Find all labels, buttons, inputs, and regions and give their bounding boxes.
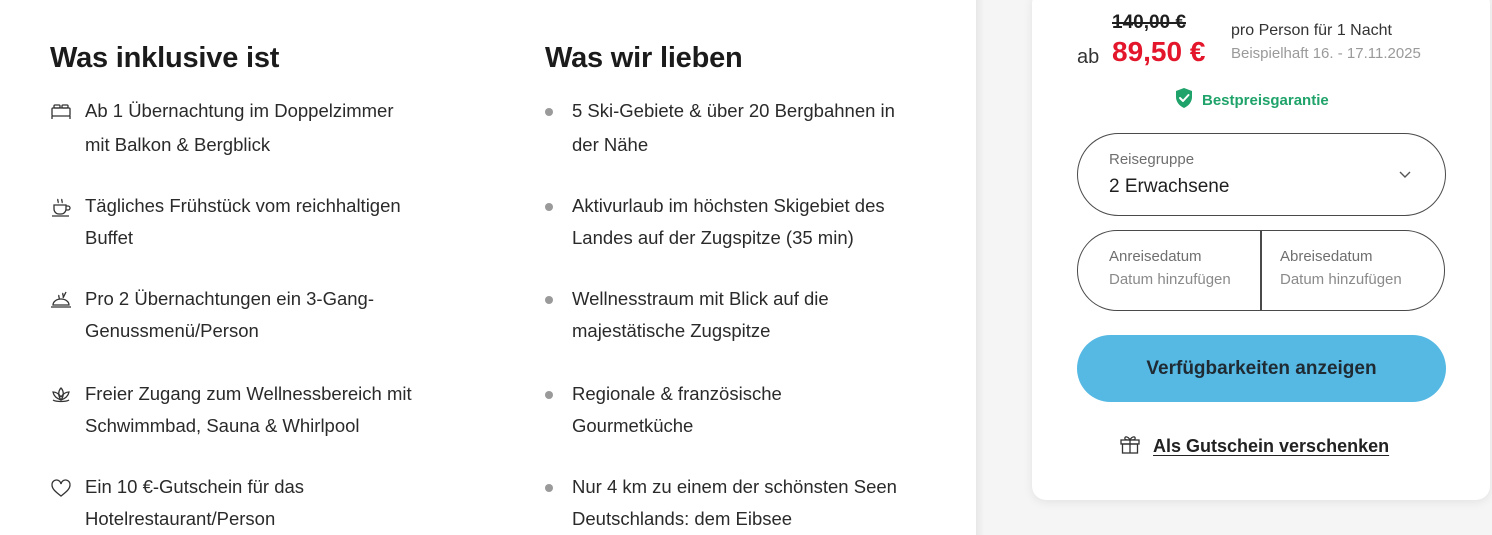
departure-date-placeholder: Datum hinzufügen: [1280, 271, 1402, 288]
departure-date-field[interactable]: Abreisedatum Datum hinzufügen: [1262, 231, 1444, 310]
included-item-line1: Pro 2 Übernachtungen ein 3-Gang-: [85, 288, 374, 309]
travel-group-value: 2 Erwachsene: [1109, 176, 1230, 197]
dish-icon: [50, 289, 72, 311]
gift-icon: [1119, 433, 1141, 460]
panel-shadow: [976, 0, 984, 535]
chevron-down-icon: [1397, 166, 1413, 187]
loves-title: Was wir lieben: [545, 42, 743, 74]
bullet-icon: [545, 203, 553, 211]
included-item-line2: Buffet: [85, 227, 134, 248]
departure-date-label: Abreisedatum: [1280, 248, 1373, 265]
loves-item-line2: majestätische Zugspitze: [572, 320, 771, 341]
shield-check-icon: [1174, 87, 1194, 114]
loves-item-line2: Deutschlands: dem Eibsee: [572, 508, 793, 529]
included-section: Was inklusive ist Ab 1 Übernachtung im D…: [50, 40, 470, 529]
arrival-date-label: Anreisedatum: [1109, 248, 1202, 265]
loves-item-line1: Wellnesstraum mit Blick auf die: [572, 288, 829, 309]
gift-voucher-label: Als Gutschein verschenken: [1153, 436, 1390, 456]
loves-item-line2: der Nähe: [572, 134, 649, 155]
loves-item-line1: Regionale & französische: [572, 383, 782, 404]
included-item-line1: Tägliches Frühstück vom reichhaltigen: [85, 195, 401, 216]
bullet-icon: [545, 391, 553, 399]
guarantee-label: Bestpreisgarantie: [1202, 92, 1329, 109]
travel-group-select[interactable]: Reisegruppe 2 Erwachsene: [1077, 133, 1446, 216]
included-item-line1: Ein 10 €-Gutschein für das: [85, 476, 305, 497]
price-prefix: ab: [1077, 46, 1100, 68]
included-item-line1: Freier Zugang zum Wellnessbereich mit: [85, 383, 412, 404]
arrival-date-field[interactable]: Anreisedatum Datum hinzufügen: [1078, 231, 1260, 310]
current-price: 89,50 €: [1112, 36, 1206, 67]
travel-group-label: Reisegruppe: [1109, 151, 1195, 168]
show-availability-button[interactable]: Verfügbarkeiten anzeigen: [1077, 335, 1446, 402]
content-panel: Was inklusive ist Ab 1 Übernachtung im D…: [0, 0, 976, 535]
included-title: Was inklusive ist: [50, 42, 280, 74]
bullet-icon: [545, 108, 553, 116]
gift-voucher-link[interactable]: Als Gutschein verschenken: [1119, 433, 1389, 460]
included-item-line2: Hotelrestaurant/Person: [85, 508, 276, 529]
included-item-line2: Schwimmbad, Sauna & Whirlpool: [85, 415, 360, 436]
loves-item-line1: Aktivurlaub im höchsten Skigebiet des: [572, 195, 885, 216]
price-unit: pro Person für 1 Nacht: [1231, 22, 1392, 39]
old-price: 140,00 €: [1112, 12, 1186, 33]
loves-section: Was wir lieben 5 Ski-Gebiete & über 20 B…: [545, 40, 945, 529]
date-picker: Anreisedatum Datum hinzufügen Abreisedat…: [1077, 230, 1445, 311]
included-item-line2: mit Balkon & Bergblick: [85, 134, 271, 155]
bed-icon: [50, 101, 72, 123]
included-item-line1: Ab 1 Übernachtung im Doppelzimmer: [85, 100, 394, 121]
loves-item-line2: Landes auf der Zugspitze (35 min): [572, 227, 854, 248]
bullet-icon: [545, 484, 553, 492]
coffee-cup-icon: [50, 196, 72, 218]
example-date: Beispielhaft 16. - 17.11.2025: [1231, 45, 1421, 62]
lotus-icon: [50, 384, 72, 406]
loves-item-line1: 5 Ski-Gebiete & über 20 Bergbahnen in: [572, 100, 895, 121]
loves-item-line1: Nur 4 km zu einem der schönsten Seen: [572, 476, 897, 497]
arrival-date-placeholder: Datum hinzufügen: [1109, 271, 1231, 288]
heart-icon: [50, 477, 72, 499]
loves-item-line2: Gourmetküche: [572, 415, 694, 436]
best-price-guarantee: Bestpreisgarantie: [1174, 87, 1329, 114]
bullet-icon: [545, 296, 553, 304]
included-item-line2: Genussmenü/Person: [85, 320, 259, 341]
